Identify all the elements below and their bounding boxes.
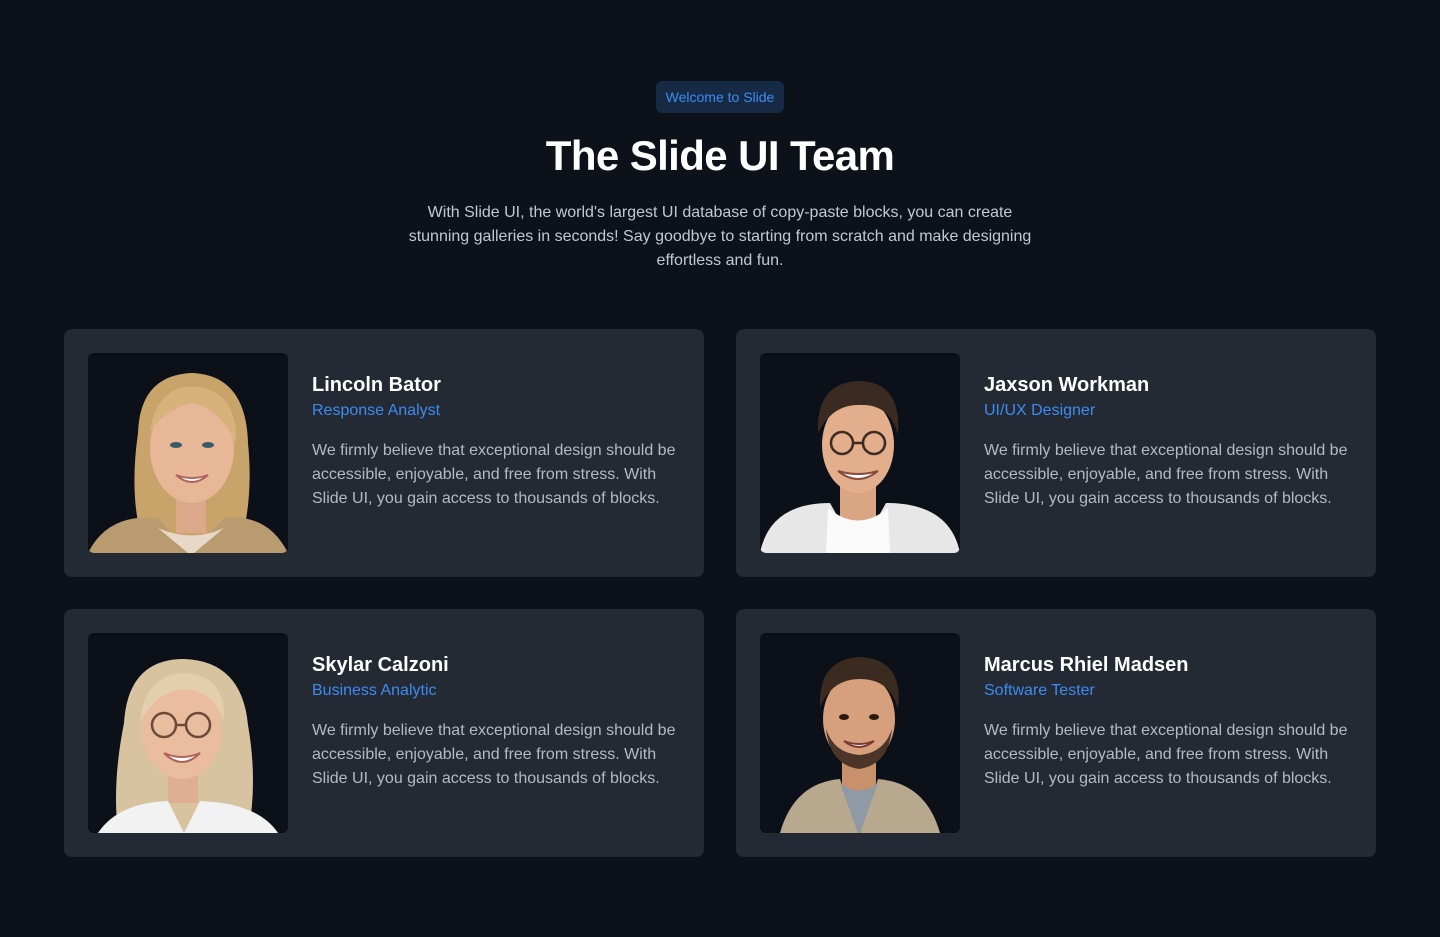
page-title: The Slide UI Team (545, 132, 895, 179)
team-card: Jaxson Workman UI/UX Designer We firmly … (736, 329, 1376, 577)
team-member-role: Response Analyst (312, 402, 441, 419)
team-card: Marcus Rhiel Madsen Software Tester We f… (736, 609, 1376, 857)
team-member-bio: We firmly believe that exceptional desig… (984, 442, 1348, 507)
team-member-bio: We firmly believe that exceptional desig… (984, 722, 1348, 787)
team-member-role: UI/UX Designer (984, 402, 1096, 419)
page-subtitle: With Slide UI, the world's largest UI da… (408, 204, 1032, 269)
team-member-bio: We firmly believe that exceptional desig… (312, 442, 676, 507)
team-grid: Lincoln Bator Response Analyst We firmly… (64, 329, 1376, 857)
team-member-info: Lincoln Bator Response Analyst We firmly… (312, 353, 682, 553)
team-member-info: Skylar Calzoni Business Analytic We firm… (312, 633, 682, 833)
team-member-name: Jaxson Workman (984, 374, 1150, 396)
team-member-role: Software Tester (984, 682, 1095, 699)
team-member-name: Skylar Calzoni (312, 654, 449, 676)
welcome-badge: Welcome to Slide (655, 81, 785, 113)
team-member-info: Jaxson Workman UI/UX Designer We firmly … (984, 353, 1354, 553)
team-card: Lincoln Bator Response Analyst We firmly… (64, 329, 704, 577)
team-member-name: Lincoln Bator (312, 374, 441, 396)
team-member-photo (760, 633, 960, 833)
team-member-name: Marcus Rhiel Madsen (984, 654, 1189, 676)
team-member-photo (88, 353, 288, 553)
team-member-photo (88, 633, 288, 833)
team-section: Welcome to Slide The Slide UI Team With … (0, 0, 1440, 937)
team-member-info: Marcus Rhiel Madsen Software Tester We f… (984, 633, 1354, 833)
team-member-role: Business Analytic (312, 682, 437, 699)
team-card: Skylar Calzoni Business Analytic We firm… (64, 609, 704, 857)
team-member-bio: We firmly believe that exceptional desig… (312, 722, 676, 787)
section-header: Welcome to Slide The Slide UI Team With … (0, 81, 1440, 273)
team-member-photo (760, 353, 960, 553)
